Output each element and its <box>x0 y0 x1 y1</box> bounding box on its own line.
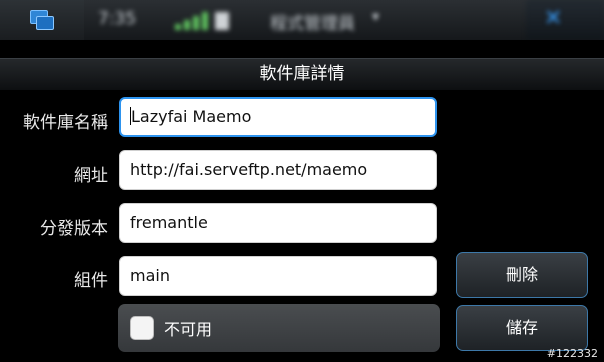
name-label: 軟件庫名稱 <box>23 113 108 133</box>
app-title[interactable]: 程式管理員 <box>270 9 355 34</box>
disabled-checkbox[interactable] <box>130 316 154 340</box>
delete-button[interactable]: 刪除 <box>456 252 588 298</box>
disabled-label: 不可用 <box>164 320 213 339</box>
close-icon[interactable]: ✕ <box>544 6 562 31</box>
save-button[interactable]: 儲存 <box>456 305 588 351</box>
url-label: 網址 <box>74 166 108 186</box>
name-field[interactable]: Lazyfai Maemo <box>119 97 437 137</box>
component-field[interactable]: main <box>119 256 437 296</box>
name-field-value: Lazyfai Maemo <box>131 107 252 126</box>
url-field[interactable]: http://fai.serveftp.net/maemo <box>119 150 437 190</box>
dist-field-value: fremantle <box>130 213 208 232</box>
chevron-down-icon[interactable]: ▾ <box>372 9 379 25</box>
signal-icon <box>175 10 235 30</box>
status-time: 7:35 <box>98 9 137 29</box>
dist-field[interactable]: fremantle <box>119 203 437 243</box>
watermark: #122332 <box>546 347 598 360</box>
url-field-value: http://fai.serveftp.net/maemo <box>130 160 368 179</box>
dialog-title: 軟件庫詳情 <box>0 58 604 89</box>
task-switcher-button[interactable] <box>0 0 84 40</box>
disabled-toggle[interactable]: 不可用 <box>118 304 440 352</box>
close-button[interactable] <box>526 0 604 40</box>
task-switcher-icon-front <box>36 16 54 30</box>
status-bar: 7:35 程式管理員 ▾ ✕ <box>0 0 604 40</box>
component-label: 組件 <box>74 271 108 291</box>
component-field-value: main <box>130 266 170 285</box>
dist-label: 分發版本 <box>40 219 108 239</box>
